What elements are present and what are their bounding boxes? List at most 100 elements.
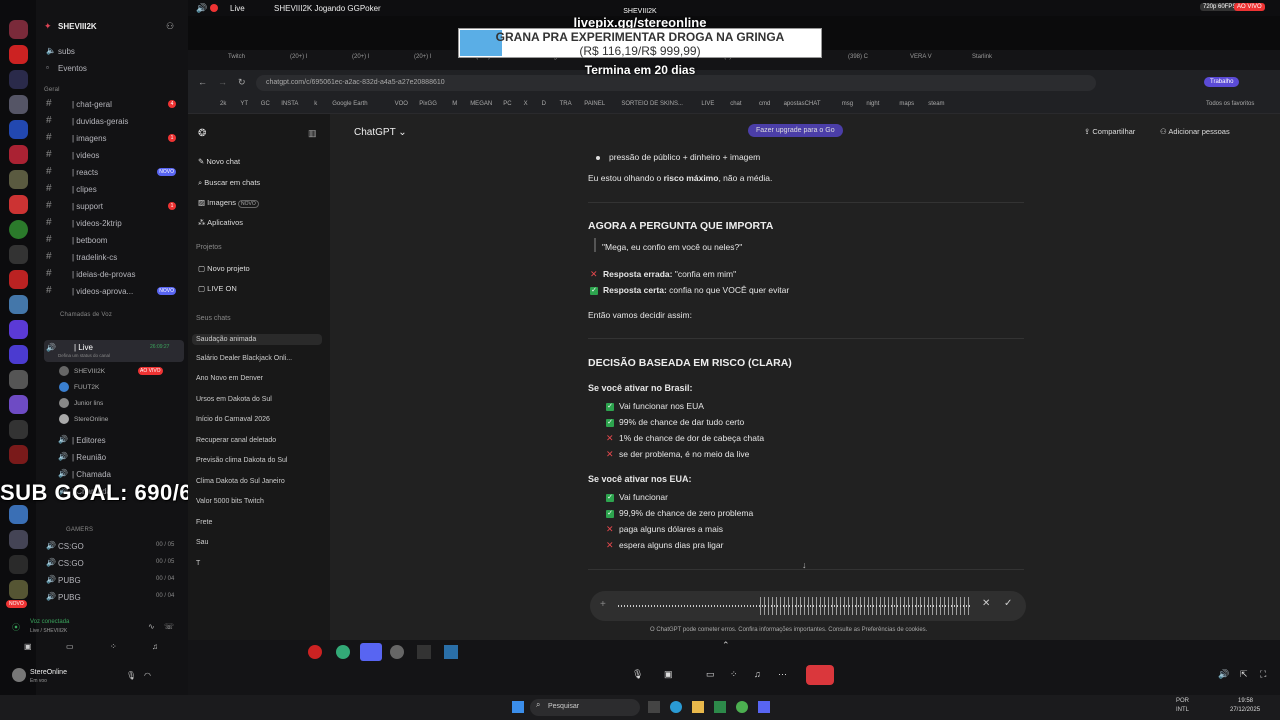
server-icon[interactable]	[9, 320, 28, 339]
bookmark-item[interactable]: M	[452, 101, 457, 107]
opera-icon[interactable]	[308, 645, 322, 659]
channel-row[interactable]: # | support 1	[44, 199, 184, 215]
channel-row[interactable]: # | clipes	[44, 182, 184, 198]
server-icon[interactable]	[9, 370, 28, 389]
voice-connected-sub[interactable]: Live / SHEVIII2K	[30, 628, 67, 634]
share-button[interactable]: ⇪ Compartilhar	[1084, 127, 1135, 136]
bookmark-item[interactable]: PC	[503, 101, 511, 107]
server-icon[interactable]	[9, 345, 28, 364]
channel-row[interactable]: # | imagens 1	[44, 131, 184, 147]
copilot-icon[interactable]	[670, 701, 682, 713]
server-icon[interactable]	[9, 295, 28, 314]
project-live-on[interactable]: ▢ LIVE ON	[198, 284, 237, 293]
channel-row[interactable]: # | duvidas-gerais	[44, 114, 184, 130]
sidebar-toggle-icon[interactable]: ▥	[308, 128, 317, 139]
browser-tab[interactable]: (398) C	[848, 54, 868, 68]
back-icon[interactable]: ←	[198, 77, 207, 87]
chrome-icon[interactable]	[336, 645, 350, 659]
openai-logo-icon[interactable]: ❂	[198, 128, 206, 139]
chat-history-item[interactable]: Previsão clima Dakota do Sul	[196, 457, 287, 464]
avatar[interactable]	[59, 382, 69, 392]
new-chat-button[interactable]: ✎ Novo chat	[198, 157, 240, 166]
task-view-icon[interactable]	[648, 701, 660, 713]
clock-time[interactable]: 19:58	[1238, 698, 1253, 704]
browser-tab[interactable]: (20+) I	[414, 54, 432, 68]
browser-tab[interactable]: Starlink	[972, 54, 992, 68]
channel-row[interactable]: # | reacts NOVO	[44, 165, 184, 181]
voice-user-name[interactable]: Junior lins	[74, 400, 103, 407]
channel-row[interactable]: # | betboom	[44, 233, 184, 249]
bookmark-item[interactable]: INSTA	[281, 101, 298, 107]
channel-status[interactable]: Defina um status do canal	[58, 353, 110, 358]
soundboard-icon[interactable]: ♫	[152, 642, 158, 651]
soundboard-icon[interactable]: ♫	[754, 669, 761, 679]
server-icon[interactable]	[9, 555, 28, 574]
chat-history-item[interactable]: Início do Carnaval 2026	[196, 416, 270, 423]
scroll-down-icon[interactable]: ↓	[802, 560, 807, 570]
browser-tab[interactable]: VERA V	[910, 54, 932, 68]
voice-user-name[interactable]: StereOnline	[74, 416, 108, 423]
bookmark-item[interactable]: X	[524, 101, 528, 107]
game-channel-row[interactable]: 🔊 PUBG 00 / 04	[44, 573, 184, 589]
discord-icon[interactable]	[360, 643, 382, 661]
channel-row[interactable]: # | tradelink-cs	[44, 250, 184, 266]
bookmark-item[interactable]: D	[542, 101, 546, 107]
server-icon[interactable]	[9, 245, 28, 264]
confirm-icon[interactable]: ✓	[1004, 598, 1012, 609]
bookmark-item[interactable]: night	[866, 101, 879, 107]
bookmark-item[interactable]: GC	[261, 101, 270, 107]
headphones-icon[interactable]: ◠	[144, 671, 151, 680]
projects-header[interactable]: Projetos	[196, 244, 222, 251]
avatar[interactable]	[59, 414, 69, 424]
chat-history-item[interactable]: T	[196, 560, 200, 567]
server-icon[interactable]	[9, 170, 28, 189]
server-icon[interactable]	[9, 145, 28, 164]
voice-user-name[interactable]: FUUT2K	[74, 384, 99, 391]
screen-share-icon[interactable]: ▭	[706, 669, 715, 680]
lang-layout[interactable]: INTL	[1176, 707, 1189, 713]
chats-header[interactable]: Seus chats	[196, 315, 231, 322]
server-icon[interactable]	[9, 505, 28, 524]
browser-tab[interactable]: Twitch	[228, 54, 245, 68]
screen-share-icon[interactable]: ▭	[66, 642, 74, 651]
mic-icon[interactable]: 🎙	[126, 671, 136, 680]
category-voice[interactable]: Chamadas de Voz	[60, 312, 112, 318]
new-project-button[interactable]: ▢ Novo projeto	[198, 264, 250, 273]
chat-history-item[interactable]: Ursos em Dakota do Sul	[196, 396, 272, 403]
bookmark-item[interactable]: SORTEIO DE SKINS...	[621, 101, 683, 107]
bookmark-item[interactable]: LIVE	[701, 101, 714, 107]
camera-off-icon[interactable]: ▣	[664, 669, 673, 680]
start-icon[interactable]	[512, 701, 524, 713]
voice-channel-row[interactable]: 🔊 | Editores	[44, 433, 184, 449]
bookmark-item[interactable]: k	[314, 101, 317, 107]
bookmark-item[interactable]: apostasCHAT	[784, 101, 821, 107]
channel-row[interactable]: # | chat-geral 4	[44, 97, 184, 113]
search-chats-button[interactable]: ⌕ Buscar em chats	[198, 178, 260, 188]
model-selector[interactable]: ChatGPT ⌄	[354, 127, 407, 138]
bookmark-item[interactable]: steam	[928, 101, 944, 107]
apps-icon[interactable]: ⁘	[730, 669, 738, 680]
bookmark-item[interactable]: 2k	[220, 101, 226, 107]
channel-eventos[interactable]: ▫ Eventos	[44, 61, 184, 77]
add-member-icon[interactable]: ⚇	[166, 21, 174, 32]
game-channel-row[interactable]: 🔊 CS:GO 00 / 05	[44, 556, 184, 572]
channel-row[interactable]: # | videos	[44, 148, 184, 164]
lang-label[interactable]: POR	[1176, 698, 1189, 704]
chat-history-item[interactable]: Frete	[196, 519, 212, 526]
server-icon[interactable]	[9, 45, 28, 64]
chat-history-item[interactable]: Saudação animada	[192, 334, 322, 345]
url-input[interactable]: chatgpt.com/c/695061ec-a2ac-832d-a4a5-a2…	[256, 75, 1096, 91]
activities-icon[interactable]: ⁘	[110, 642, 117, 651]
category-gamers[interactable]: GAMERS	[66, 527, 93, 533]
disconnect-icon[interactable]: ☏	[164, 622, 174, 631]
bookmark-item[interactable]: TRA	[560, 101, 572, 107]
camera-icon[interactable]: ▣	[24, 642, 32, 651]
chat-history-item[interactable]: Ano Novo em Denver	[196, 375, 263, 382]
search-input[interactable]: Pesquisar	[530, 699, 640, 716]
bookmark-item[interactable]: VOO	[395, 101, 408, 107]
discord-icon[interactable]	[758, 701, 770, 713]
voice-user-name[interactable]: SHEVIII2K	[74, 368, 105, 375]
expand-icon[interactable]: ⌃	[722, 640, 730, 651]
browser-tab[interactable]: (20+) I	[290, 54, 308, 68]
steam-icon[interactable]	[444, 645, 458, 659]
